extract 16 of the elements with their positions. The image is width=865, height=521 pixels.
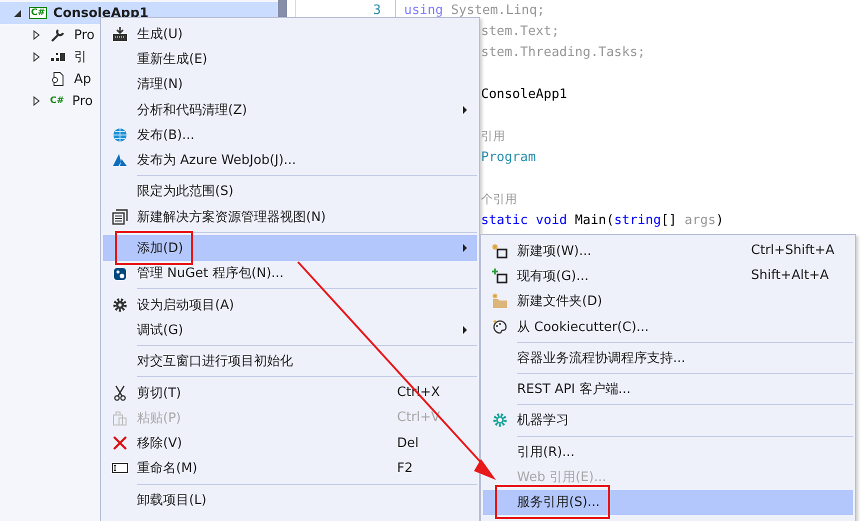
shortcut-text: Ctrl+V: [397, 410, 440, 426]
code-line: Program: [481, 149, 536, 167]
code-line: ConsoleApp1: [481, 86, 568, 104]
code-line: stem.Threading.Tasks;: [481, 44, 646, 62]
shortcut-text: Shift+Alt+A: [751, 268, 829, 284]
csharp-file-icon: C#: [50, 96, 64, 106]
code-line: static void Main(string[] args): [481, 212, 724, 230]
code-line: 个引用: [481, 191, 517, 208]
code-line: stem.Text;: [481, 23, 560, 41]
shortcut-text: Ctrl+Shift+A: [751, 243, 834, 258]
shortcut-text: Del: [397, 436, 419, 451]
project-icon: C#: [29, 7, 48, 19]
code-line: 引用: [481, 128, 505, 145]
code-line: using System.Linq;: [404, 2, 545, 20]
line-number: 3: [373, 3, 381, 18]
shortcut-text: F2: [397, 460, 413, 476]
